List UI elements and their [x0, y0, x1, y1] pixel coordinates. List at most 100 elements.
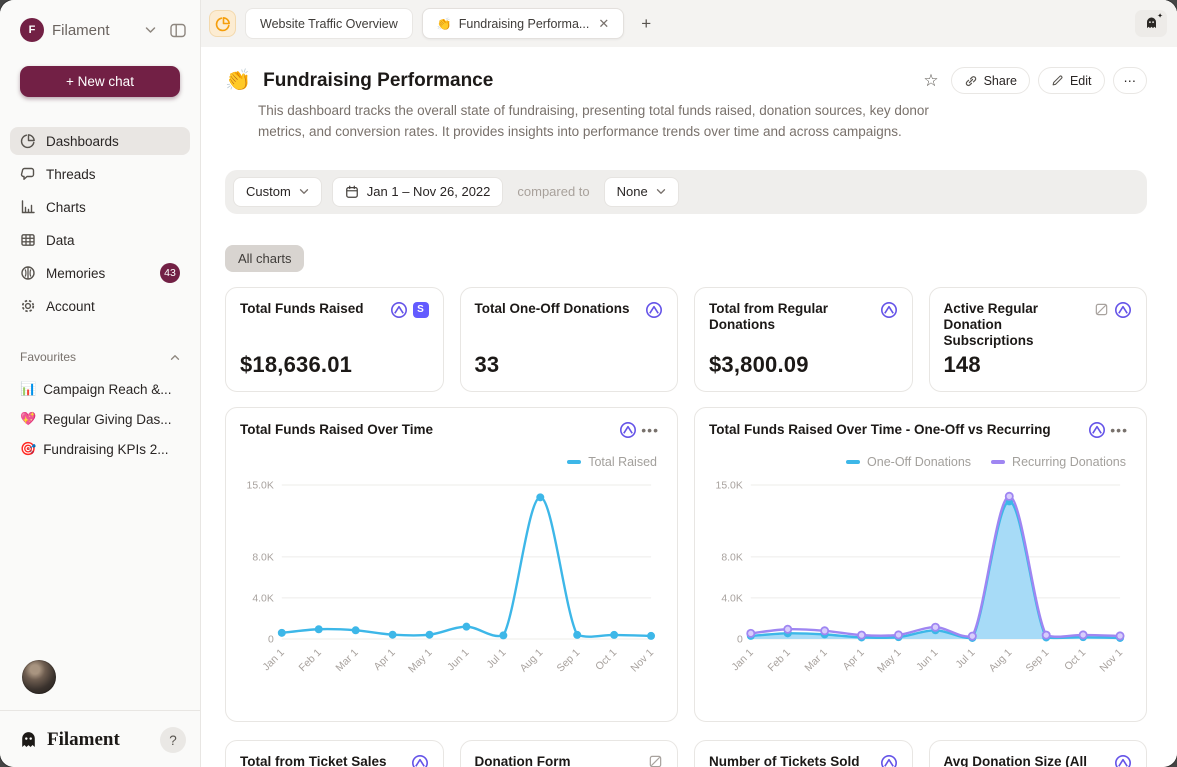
chart-card-one-off-vs-recurring[interactable]: Total Funds Raised Over Time - One-Off v… [694, 407, 1147, 722]
source-logo-icon [880, 754, 898, 767]
brand-wordmark: Filament [47, 729, 120, 751]
svg-text:8.0K: 8.0K [721, 552, 743, 563]
svg-text:Nov 1: Nov 1 [629, 647, 656, 674]
sidebar-nav: Dashboards Threads Charts Data [10, 127, 190, 320]
workspace-switcher[interactable]: F Filament [0, 18, 200, 42]
bottom-cards-row: Total from Ticket Sales Donation Form Co… [225, 740, 1147, 767]
sidebar-item-dashboards[interactable]: Dashboards [10, 127, 190, 155]
sidebar-item-threads[interactable]: Threads [10, 160, 190, 188]
sidebar-item-label: Charts [46, 200, 86, 215]
ghost-logo-icon [18, 730, 39, 751]
sidebar-item-label: Memories [46, 266, 105, 281]
date-range-picker[interactable]: Jan 1 – Nov 26, 2022 [332, 177, 504, 207]
gear-icon [20, 298, 36, 314]
kpi-title: Active Regular Donation Subscriptions [944, 301, 1089, 350]
svg-text:Sep 1: Sep 1 [1024, 647, 1051, 674]
pencil-icon [1051, 74, 1064, 87]
kpi-card-tickets-sold[interactable]: Number of Tickets Sold [694, 740, 913, 767]
svg-text:Nov 1: Nov 1 [1098, 647, 1125, 674]
kpi-title: Number of Tickets Sold [709, 754, 874, 767]
share-button[interactable]: Share [951, 67, 1030, 94]
favourite-item-fundraising-kpis[interactable]: 🎯 Fundraising KPIs 2... [10, 436, 190, 462]
sidebar-item-data[interactable]: Data [10, 226, 190, 254]
stripe-icon: S [413, 302, 429, 318]
sidebar-item-label: Data [46, 233, 75, 248]
sidebar-item-account[interactable]: Account [10, 292, 190, 320]
pie-chart-icon [20, 133, 36, 149]
svg-text:4.0K: 4.0K [721, 593, 743, 604]
compare-dropdown[interactable]: None [604, 177, 679, 207]
all-charts-chip[interactable]: All charts [225, 245, 304, 272]
source-logo-icon [411, 754, 429, 767]
workspace-initial: F [29, 24, 36, 36]
svg-text:Feb 1: Feb 1 [766, 647, 793, 674]
svg-text:Jan 1: Jan 1 [261, 647, 287, 673]
dashboard-content: 👏 Fundraising Performance ☆ Share Edit ⋯… [201, 47, 1177, 767]
memories-count-badge: 43 [160, 263, 180, 283]
kpi-card-ticket-sales[interactable]: Total from Ticket Sales [225, 740, 444, 767]
chart-legend: Total Raised [240, 455, 657, 469]
favourite-item-campaign-reach[interactable]: 📊 Campaign Reach &... [10, 376, 190, 402]
kpi-card-donation-form-conversion[interactable]: Donation Form Conversion [460, 740, 679, 767]
tab-close-icon[interactable]: ✕ [596, 16, 609, 32]
chevron-up-icon[interactable] [170, 354, 180, 361]
kpi-value: $3,800.09 [709, 352, 898, 378]
edit-button[interactable]: Edit [1038, 67, 1105, 94]
charts-row: Total Funds Raised Over Time ••• Total R… [225, 407, 1147, 722]
new-chat-button[interactable]: + New chat [20, 66, 180, 97]
pie-chart-orange-icon [215, 16, 231, 32]
legend-item-total-raised: Total Raised [567, 455, 657, 469]
range-type-dropdown[interactable]: Custom [233, 177, 322, 207]
new-tab-button[interactable]: + [633, 14, 659, 34]
workspace-avatar[interactable]: F [20, 18, 44, 42]
svg-text:Jun 1: Jun 1 [446, 647, 472, 673]
kpi-title: Avg Donation Size (All [944, 754, 1109, 767]
legend-swatch [567, 460, 581, 464]
sidebar-item-memories[interactable]: Memories 43 [10, 259, 190, 287]
svg-text:May 1: May 1 [407, 647, 435, 675]
kpi-card-total-one-off-donations[interactable]: Total One-Off Donations 33 [460, 287, 679, 392]
assistant-ghost-button[interactable]: ✦ [1135, 10, 1167, 37]
svg-text:Apr 1: Apr 1 [372, 647, 398, 673]
kpi-card-avg-donation-size[interactable]: Avg Donation Size (All [929, 740, 1148, 767]
user-avatar[interactable] [22, 660, 56, 694]
tab-label: Fundraising Performa... [459, 17, 590, 31]
favourite-item-label: Campaign Reach &... [43, 382, 171, 397]
kpi-card-total-funds-raised[interactable]: Total Funds Raised S $18,636.01 [225, 287, 444, 392]
more-options-button[interactable]: ⋯ [1113, 67, 1148, 94]
chart-title: Total Funds Raised Over Time - One-Off v… [709, 422, 1088, 437]
kpi-value: $18,636.01 [240, 352, 429, 378]
area-chart-one-off-vs-recurring[interactable]: 04.0K8.0K15.0KJan 1Feb 1Mar 1Apr 1May 1J… [709, 473, 1132, 691]
heart-emoji-icon: 💖 [20, 411, 36, 427]
workspace-home-button[interactable] [209, 10, 236, 37]
svg-text:8.0K: 8.0K [252, 552, 274, 563]
kpi-card-active-subscriptions[interactable]: Active Regular Donation Subscriptions 14… [929, 287, 1148, 392]
legend-swatch [991, 460, 1005, 464]
svg-text:Aug 1: Aug 1 [987, 647, 1014, 674]
favourites-header[interactable]: Favourites [20, 350, 180, 364]
tab-website-traffic-overview[interactable]: Website Traffic Overview [245, 8, 413, 39]
chart-more-button[interactable]: ••• [637, 422, 663, 438]
favourite-item-regular-giving[interactable]: 💖 Regular Giving Das... [10, 406, 190, 432]
source-logo-icon [390, 301, 408, 319]
favourite-item-label: Fundraising KPIs 2... [43, 442, 168, 457]
tab-fundraising-performance[interactable]: 👏 Fundraising Performa... ✕ [422, 8, 624, 39]
chart-more-button[interactable]: ••• [1106, 422, 1132, 438]
compared-to-label: compared to [513, 184, 593, 199]
chart-card-total-funds-over-time[interactable]: Total Funds Raised Over Time ••• Total R… [225, 407, 678, 722]
svg-text:Apr 1: Apr 1 [841, 647, 867, 673]
sidebar-item-label: Dashboards [46, 134, 119, 149]
line-chart-total-raised[interactable]: 04.0K8.0K15.0KJan 1Feb 1Mar 1Apr 1May 1J… [240, 473, 663, 691]
kpi-title: Total One-Off Donations [475, 301, 640, 317]
favourite-star-icon[interactable]: ☆ [923, 71, 938, 91]
chevron-down-icon[interactable] [145, 26, 156, 34]
kpi-card-total-regular-donations[interactable]: Total from Regular Donations $3,800.09 [694, 287, 913, 392]
sidebar-item-charts[interactable]: Charts [10, 193, 190, 221]
svg-text:4.0K: 4.0K [252, 593, 274, 604]
svg-text:Oct 1: Oct 1 [594, 647, 620, 673]
sidebar-toggle-icon[interactable] [170, 23, 186, 38]
source-logo-icon [645, 301, 663, 319]
page-description: This dashboard tracks the overall state … [258, 101, 938, 143]
svg-text:Feb 1: Feb 1 [297, 647, 324, 674]
help-button[interactable]: ? [160, 727, 186, 753]
